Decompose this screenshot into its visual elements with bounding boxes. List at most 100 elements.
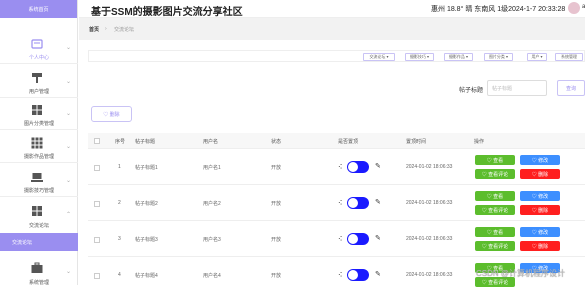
- chevron-down-icon: ⌄: [65, 111, 71, 117]
- weather-datetime: 惠州 18.8° 晴 东南风 1级2024-1-7 20:33:28: [431, 4, 565, 14]
- delete-button[interactable]: ♡ 删除: [520, 205, 560, 215]
- sidebar-item-label: 图片分类管理: [23, 121, 54, 127]
- column-header: 帖子标题: [135, 139, 156, 145]
- filter-tag-bar: 交流论坛 ▾ 摄影技巧 ▾ 摄影作品 ▾ 图片分类 ▾ 用户 ▾ 系统管理: [88, 50, 585, 62]
- share-icon[interactable]: ⠪: [338, 164, 342, 171]
- cell-number: 4: [118, 272, 121, 278]
- column-header: 序号: [115, 139, 126, 145]
- top-header: 基于SSM的摄影图片交流分享社区 惠州 18.8° 晴 东南风 1级2024-1…: [79, 0, 585, 18]
- edit-button[interactable]: ♡ 修改: [520, 227, 560, 237]
- breadcrumb-separator: ›: [105, 26, 107, 32]
- sidebar-home[interactable]: 系统首页: [0, 0, 77, 18]
- column-header: 置顶时间: [406, 139, 427, 145]
- sidebar-item-users[interactable]: ⌄ 用户管理: [0, 66, 78, 98]
- chevron-down-icon: ⌄: [65, 144, 71, 150]
- cell-title: 帖子标题3: [135, 237, 158, 243]
- cell-number: 2: [118, 200, 121, 206]
- sidebar-subitem-label: 交流论坛: [12, 239, 33, 246]
- cell-status: 开放: [271, 273, 282, 279]
- user-icon: [32, 73, 42, 83]
- chevron-down-icon: ⌄: [65, 269, 71, 275]
- sidebar: 系统首页 ⌄ 个人中心 ⌄ 用户管理 ⌄ 图片分类管理 ⌄ 摄影作品管理 ⌄ 摄…: [0, 0, 78, 288]
- cell-pin-time: 2024-01-02 18:06:33: [406, 236, 453, 242]
- filter-button[interactable]: 用户 ▾: [527, 53, 547, 61]
- share-icon[interactable]: ⠪: [338, 236, 342, 243]
- breadcrumb-current: 交流论坛: [114, 27, 135, 33]
- edit-pen-icon[interactable]: ✎: [375, 162, 381, 170]
- table-row: 2 帖子标题2 用户名2 开放 ⠪ ✎ 2024-01-02 18:06:33 …: [88, 186, 585, 221]
- filter-button[interactable]: 系统管理: [555, 53, 583, 61]
- table-row: 3 帖子标题3 用户名3 开放 ⠪ ✎ 2024-01-02 18:06:33 …: [88, 222, 585, 257]
- view-comments-button[interactable]: ♡ 查看评论: [475, 205, 515, 215]
- edit-pen-icon[interactable]: ✎: [375, 270, 381, 278]
- briefcase-icon: [31, 262, 43, 273]
- laptop-icon: [31, 173, 43, 182]
- cell-title: 帖子标题1: [135, 165, 158, 171]
- chevron-down-icon: ⌄: [65, 79, 71, 85]
- pin-toggle[interactable]: [347, 161, 369, 173]
- cell-number: 3: [118, 236, 121, 242]
- view-comments-button[interactable]: ♡ 查看评论: [475, 169, 515, 179]
- view-button[interactable]: ♡ 查看: [475, 191, 515, 201]
- sidebar-subitem-forum[interactable]: 交流论坛: [0, 233, 78, 251]
- share-icon[interactable]: ⠪: [338, 272, 342, 279]
- grid-icon: [32, 105, 42, 115]
- watermark: CSDN @计算机程序设计: [476, 269, 566, 278]
- sidebar-item-label: 交流论坛: [28, 223, 49, 229]
- avatar[interactable]: [568, 2, 580, 14]
- sidebar-item-system[interactable]: ⌄ 系统管理: [0, 256, 78, 288]
- row-checkbox[interactable]: [94, 237, 100, 243]
- sidebar-item-profile[interactable]: ⌄ 个人中心: [0, 32, 78, 64]
- search-input[interactable]: 帖子标题: [487, 80, 547, 96]
- sidebar-item-label: 摄影技巧管理: [23, 188, 54, 194]
- edit-button[interactable]: ♡ 修改: [520, 191, 560, 201]
- page-title: 基于SSM的摄影图片交流分享社区: [91, 7, 243, 18]
- grid9-icon: [31, 137, 43, 149]
- view-button[interactable]: ♡ 查看: [475, 155, 515, 165]
- edit-button[interactable]: ♡ 修改: [520, 155, 560, 165]
- toggle-knob: [348, 234, 358, 244]
- filter-button[interactable]: 图片分类 ▾: [484, 53, 513, 61]
- filter-button[interactable]: 摄影作品 ▾: [444, 53, 473, 61]
- cell-username: 用户名4: [203, 273, 221, 279]
- row-checkbox[interactable]: [94, 201, 100, 207]
- toggle-knob: [348, 162, 358, 172]
- edit-pen-icon[interactable]: ✎: [375, 234, 381, 242]
- edit-pen-icon[interactable]: ✎: [375, 198, 381, 206]
- cell-number: 1: [118, 164, 121, 170]
- breadcrumb-home[interactable]: 首页: [89, 26, 99, 33]
- row-checkbox[interactable]: [94, 165, 100, 171]
- cell-username: 用户名3: [203, 237, 221, 243]
- column-header: 用户名: [203, 139, 219, 145]
- cell-pin-time: 2024-01-02 18:06:33: [406, 272, 453, 278]
- toggle-knob: [348, 270, 358, 280]
- pin-toggle[interactable]: [347, 233, 369, 245]
- sidebar-item-label: 用户管理: [28, 89, 49, 95]
- column-header: 是否置顶: [338, 139, 359, 145]
- column-header: 操作: [474, 139, 485, 145]
- select-all-checkbox[interactable]: [94, 138, 100, 144]
- sidebar-item-forum[interactable]: ⌃ 交流论坛: [0, 199, 78, 231]
- row-checkbox[interactable]: [94, 273, 100, 279]
- sidebar-item-tips[interactable]: ⌄ 摄影技巧管理: [0, 165, 78, 197]
- delete-button[interactable]: ♡ 删除: [520, 169, 560, 179]
- search-label: 帖子标题: [459, 88, 484, 94]
- pin-toggle[interactable]: [347, 269, 369, 281]
- delete-button[interactable]: ♡ 删除: [520, 241, 560, 251]
- filter-button[interactable]: 交流论坛 ▾: [363, 53, 395, 61]
- chevron-down-icon: ⌄: [65, 178, 71, 184]
- view-comments-button[interactable]: ♡ 查看评论: [475, 241, 515, 251]
- share-icon[interactable]: ⠪: [338, 200, 342, 207]
- pin-toggle[interactable]: [347, 197, 369, 209]
- cell-pin-time: 2024-01-02 18:06:33: [406, 164, 453, 170]
- batch-delete-button[interactable]: ♡ 删除: [91, 106, 132, 122]
- toggle-knob: [348, 198, 358, 208]
- search-button[interactable]: 查询: [557, 80, 585, 96]
- table-header: 序号 帖子标题 用户名 状态 是否置顶 置顶时间 操作: [88, 133, 585, 149]
- datetime: 2024-1-7 20:33:28: [508, 6, 566, 13]
- sidebar-item-categories[interactable]: ⌄ 图片分类管理: [0, 98, 78, 130]
- cell-username: 用户名2: [203, 201, 221, 207]
- sidebar-item-works[interactable]: ⌄ 摄影作品管理: [0, 131, 78, 163]
- filter-button[interactable]: 摄影技巧 ▾: [405, 53, 434, 61]
- view-button[interactable]: ♡ 查看: [475, 227, 515, 237]
